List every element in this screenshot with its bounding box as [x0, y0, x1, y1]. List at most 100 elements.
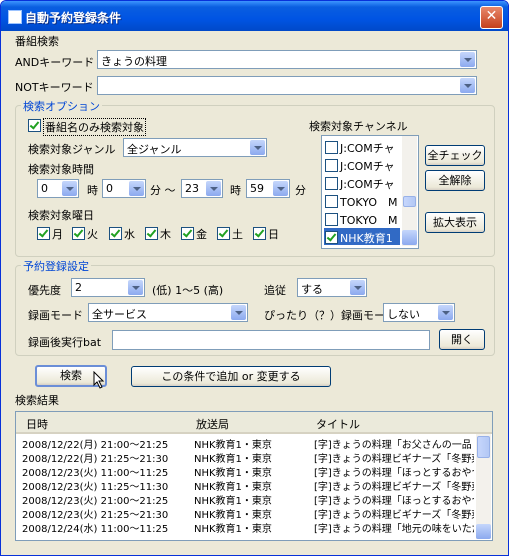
weekday-checkbox-mon[interactable] — [37, 227, 50, 240]
channel-checkbox[interactable] — [325, 195, 338, 208]
results-header: 日時 放送局 タイトル — [16, 412, 492, 434]
weekday-label-mon: 月 — [52, 228, 63, 241]
weekday-checkbox-thu[interactable] — [145, 227, 158, 240]
priority-combo[interactable]: 2 — [71, 278, 145, 297]
expand-button[interactable]: 拡大表示 — [425, 212, 485, 233]
weekday-checkbox-sat[interactable] — [217, 227, 230, 240]
chevron-down-icon[interactable] — [231, 305, 246, 320]
follow-combo[interactable]: する — [297, 278, 367, 297]
open-button[interactable]: 開く — [439, 329, 485, 350]
channel-checkbox[interactable] — [325, 159, 338, 172]
channel-item[interactable]: TOKYO M — [324, 192, 400, 209]
chevron-down-icon[interactable] — [129, 181, 144, 196]
priority-value: 2 — [75, 281, 82, 294]
chevron-down-icon[interactable] — [438, 305, 453, 320]
chevron-down-icon[interactable] — [350, 280, 365, 295]
title-only-checkbox[interactable] — [28, 119, 41, 132]
table-row[interactable]: 2008/12/22(月) 21:25〜21:30 NHK教育1・東京 [字]き… — [16, 450, 476, 465]
cell-title: [字]きょうの料理ビギナーズ「冬野菜 — [314, 510, 474, 521]
cell-title: [字]きょうの料理ビギナーズ「冬野菜 — [314, 454, 474, 465]
table-row[interactable]: 2008/12/23(火) 11:00〜11:25 NHK教育1・東京 [字]き… — [16, 464, 476, 479]
channel-item[interactable]: NHK教育1 — [324, 228, 400, 245]
results-vscrollbar[interactable] — [476, 434, 491, 539]
scroll-down-icon[interactable] — [402, 230, 417, 245]
end-min-value: 59 — [250, 182, 264, 195]
cell-title: [字]きょうの料理「地元の味をいただ — [314, 524, 474, 535]
chevron-down-icon[interactable] — [62, 181, 77, 196]
channel-checkbox[interactable] — [325, 141, 338, 154]
weekday-checkbox-fri[interactable] — [181, 227, 194, 240]
cell-station: NHK教育1・東京 — [194, 524, 272, 535]
channel-checkbox[interactable] — [325, 177, 338, 190]
chevron-down-icon[interactable] — [128, 280, 143, 295]
channel-item-label: J:COMチャ — [340, 142, 395, 155]
title-bar[interactable]: 自動予約登録条件 ✕ — [1, 1, 508, 31]
channel-item-label: TOKYO M — [340, 196, 398, 209]
chevron-down-icon[interactable] — [250, 140, 265, 155]
channel-item-label: J:COMチャ — [340, 160, 395, 173]
channel-item[interactable]: TOKYO M — [324, 210, 400, 227]
start-hour-combo[interactable]: 0 — [37, 179, 79, 198]
cell-datetime: 2008/12/23(火) 21:25〜21:30 — [22, 510, 169, 521]
not-keyword-combo[interactable] — [97, 76, 477, 95]
start-min-value: 0 — [106, 182, 113, 195]
weekday-label: 検索対象曜日 — [28, 209, 94, 222]
channel-item[interactable]: J:COMチャ — [324, 138, 400, 155]
chevron-down-icon[interactable] — [460, 52, 475, 67]
app-icon — [8, 10, 22, 24]
bat-input[interactable] — [112, 330, 430, 350]
scroll-thumb[interactable] — [477, 436, 490, 458]
scroll-thumb[interactable] — [403, 196, 416, 207]
table-row[interactable]: 2008/12/22(月) 21:00〜21:25 NHK教育1・東京 [字]き… — [16, 436, 476, 451]
table-row[interactable]: 2008/12/23(火) 11:25〜11:30 NHK教育1・東京 [字]き… — [16, 478, 476, 493]
check-all-button[interactable]: 全チェック — [425, 145, 485, 166]
cell-station: NHK教育1・東京 — [194, 468, 272, 479]
genre-combo[interactable]: 全ジャンル — [123, 138, 267, 157]
results-list[interactable]: 日時 放送局 タイトル 2008/12/22(月) 21:00〜21:25 NH… — [15, 411, 493, 541]
close-button[interactable]: ✕ — [480, 6, 503, 29]
genre-value: 全ジャンル — [127, 143, 182, 156]
table-row[interactable]: 2008/12/24(水) 11:00〜11:25 NHK教育1・東京 [字]き… — [16, 520, 476, 535]
dialog-window: 自動予約登録条件 ✕ 番組検索 ANDキーワード きょうの料理 NOTキーワード… — [0, 0, 509, 556]
end-min-unit: 分 — [295, 184, 306, 197]
cell-station: NHK教育1・東京 — [194, 496, 272, 507]
and-keyword-combo[interactable]: きょうの料理 — [97, 50, 477, 69]
cursor-icon — [93, 370, 107, 392]
record-mode-combo[interactable]: 全サービス — [88, 303, 248, 322]
weekday-label-thu: 木 — [160, 228, 171, 241]
exact-mode-combo[interactable]: しない — [383, 303, 455, 322]
chevron-down-icon[interactable] — [206, 181, 221, 196]
weekday-checkbox-tue[interactable] — [72, 227, 85, 240]
chevron-down-icon[interactable] — [460, 78, 475, 93]
column-header-datetime[interactable]: 日時 — [26, 416, 48, 432]
cell-datetime: 2008/12/23(火) 21:00〜21:25 — [22, 496, 169, 507]
channel-scrollbar[interactable] — [402, 136, 417, 246]
reserve-settings-label: 予約登録設定 — [21, 258, 91, 274]
channel-checkbox[interactable] — [325, 213, 338, 226]
exact-mode-value: しない — [387, 308, 420, 321]
start-min-combo[interactable]: 0 — [102, 179, 146, 198]
scroll-down-icon[interactable] — [476, 524, 491, 539]
and-keyword-value: きょうの料理 — [101, 55, 167, 68]
end-min-combo[interactable]: 59 — [246, 179, 290, 198]
cell-title: [字]きょうの料理「お父さんの一品・ — [314, 440, 474, 451]
follow-value: する — [301, 283, 323, 296]
add-or-update-button[interactable]: この条件で追加 or 変更する — [131, 366, 331, 387]
table-row[interactable]: 2008/12/23(火) 21:25〜21:30 NHK教育1・東京 [字]き… — [16, 506, 476, 521]
weekday-checkbox-wed[interactable] — [109, 227, 122, 240]
follow-label: 追従 — [264, 284, 286, 297]
weekday-label-fri: 金 — [196, 228, 207, 241]
column-header-title[interactable]: タイトル — [316, 416, 360, 432]
end-hour-combo[interactable]: 23 — [181, 179, 223, 198]
weekday-row: 月 火 水 木 金 土 日 — [37, 225, 287, 241]
channel-item[interactable]: J:COMチャ — [324, 156, 400, 173]
column-header-station[interactable]: 放送局 — [196, 416, 229, 432]
channel-item[interactable]: J:COMチャ — [324, 174, 400, 191]
weekday-checkbox-sun[interactable] — [253, 227, 266, 240]
genre-label: 検索対象ジャンル — [28, 143, 116, 156]
clear-all-button[interactable]: 全解除 — [425, 170, 485, 191]
channel-checkbox[interactable] — [325, 231, 338, 244]
chevron-down-icon[interactable] — [273, 181, 288, 196]
table-row[interactable]: 2008/12/23(火) 21:00〜21:25 NHK教育1・東京 [字]き… — [16, 492, 476, 507]
channel-listbox[interactable]: J:COMチャ J:COMチャ J:COMチャ TOKYO M TOKYO M … — [321, 135, 419, 249]
